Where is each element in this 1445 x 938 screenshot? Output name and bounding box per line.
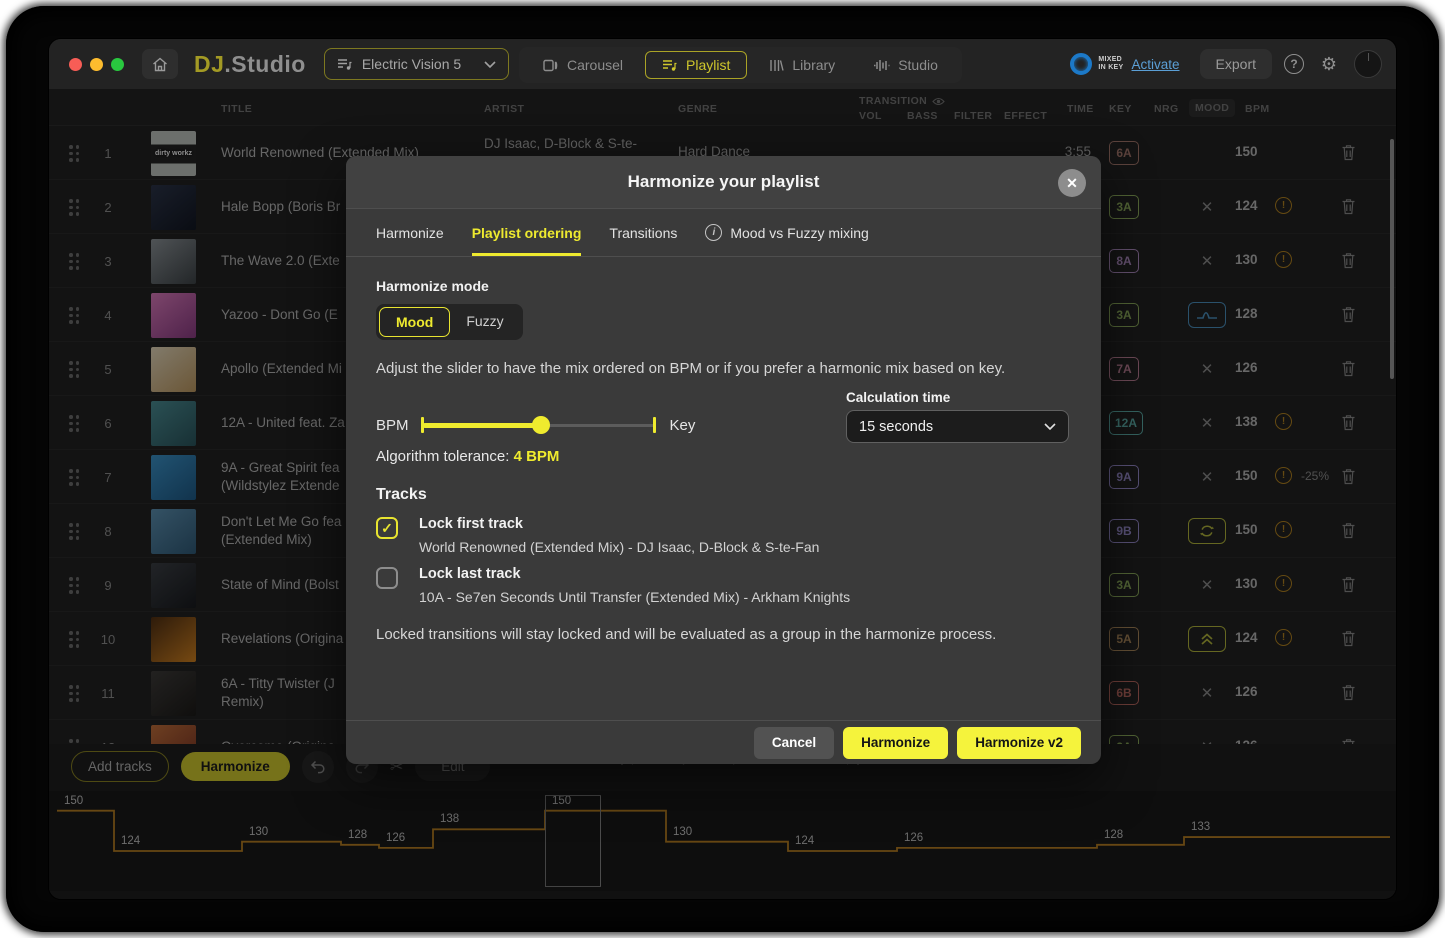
activate-link[interactable]: Activate	[1132, 57, 1180, 72]
tolerance-value: 4 BPM	[514, 448, 560, 465]
lock-first-track-row: ✓ Lock first track World Renowned (Exten…	[376, 516, 819, 555]
tab-label: Mood vs Fuzzy mixing	[730, 225, 868, 241]
tab-label: Transitions	[609, 225, 677, 241]
mixed-in-key-logo-icon	[1070, 53, 1092, 75]
modal-tab-harmonize[interactable]: Harmonize	[376, 209, 444, 256]
mixed-in-key-badge: MIXEDIN KEY Activate	[1070, 53, 1179, 75]
modal-title: Harmonize your playlist	[628, 172, 820, 192]
carousel-icon	[543, 59, 559, 72]
algorithm-tolerance: Algorithm tolerance: 4 BPM	[376, 448, 559, 465]
view-tabs: Carousel Playlist Library Studio	[519, 47, 962, 83]
lock-last-track-row: Lock last track 10A - Se7en Seconds Unti…	[376, 566, 850, 605]
chevron-down-icon	[484, 61, 496, 68]
modal-footer: Cancel Harmonize Harmonize v2	[346, 720, 1101, 764]
playlist-selector-value: Electric Vision 5	[362, 56, 461, 72]
tab-label: Harmonize	[376, 225, 444, 241]
tab-label: Library	[792, 57, 835, 73]
tab-label: Playlist ordering	[472, 225, 582, 241]
slider-hint-text: Adjust the slider to have the mix ordere…	[376, 360, 1005, 377]
tab-playlist[interactable]: Playlist	[645, 51, 747, 79]
export-button[interactable]: Export	[1200, 49, 1272, 79]
mode-mood-button[interactable]: Mood	[379, 307, 450, 337]
modal-tabs: Harmonize Playlist ordering Transitions …	[346, 209, 1101, 257]
tolerance-label: Algorithm tolerance:	[376, 448, 514, 465]
mik-line1: MIXED	[1098, 56, 1123, 64]
calculation-time-value: 15 seconds	[859, 419, 933, 435]
chevron-down-icon	[1044, 423, 1056, 430]
lock-first-track-checkbox[interactable]: ✓	[376, 517, 398, 539]
top-bar: DJ.Studio Electric Vision 5 Carousel Pla…	[49, 39, 1396, 89]
tab-library[interactable]: Library	[753, 51, 851, 79]
logo-studio: .Studio	[224, 51, 305, 77]
lock-last-track-checkbox[interactable]	[376, 567, 398, 589]
calculation-time-select[interactable]: 15 seconds	[846, 410, 1069, 443]
mode-fuzzy-button[interactable]: Fuzzy	[450, 307, 519, 337]
cancel-button[interactable]: Cancel	[754, 727, 834, 759]
traffic-lights	[69, 58, 124, 71]
home-button[interactable]	[142, 49, 178, 79]
slider-handle[interactable]	[532, 416, 550, 434]
info-icon: i	[705, 224, 722, 241]
mik-line2: IN KEY	[1098, 64, 1123, 72]
harmonize-button[interactable]: Harmonize	[843, 727, 948, 759]
modal-tab-playlist-ordering[interactable]: Playlist ordering	[472, 209, 582, 256]
close-modal-button[interactable]: ✕	[1058, 169, 1086, 197]
tab-label: Playlist	[686, 57, 730, 73]
tab-carousel[interactable]: Carousel	[527, 51, 639, 79]
slider-key-label: Key	[670, 417, 696, 434]
slider-fill	[423, 423, 541, 428]
studio-waveform-icon	[873, 59, 890, 72]
harmonize-mode-toggle: Mood Fuzzy	[376, 304, 523, 340]
lock-last-track-desc: 10A - Se7en Seconds Until Transfer (Exte…	[419, 589, 850, 605]
settings-gear-button[interactable]: ⚙	[1316, 54, 1342, 75]
lock-last-track-label: Lock last track	[419, 566, 850, 582]
tab-label: Studio	[898, 57, 938, 73]
modal-header: Harmonize your playlist ✕	[346, 156, 1101, 209]
harmonize-modal: Harmonize your playlist ✕ Harmonize Play…	[346, 156, 1101, 764]
playlist-selector[interactable]: Electric Vision 5	[324, 48, 509, 80]
home-icon	[152, 57, 168, 72]
close-window-button[interactable]	[69, 58, 82, 71]
top-bar-right: MIXEDIN KEY Activate Export ? ⚙	[1070, 39, 1382, 89]
logo-dj: DJ	[194, 51, 224, 77]
zoom-window-button[interactable]	[111, 58, 124, 71]
modal-tab-transitions[interactable]: Transitions	[609, 209, 677, 256]
slider-bpm-label: BPM	[376, 417, 409, 434]
app-logo: DJ.Studio	[194, 51, 306, 78]
calculation-time-label: Calculation time	[846, 390, 950, 405]
modal-tab-mood-vs-fuzzy[interactable]: i Mood vs Fuzzy mixing	[705, 209, 868, 256]
minimize-window-button[interactable]	[90, 58, 103, 71]
locked-transitions-note: Locked transitions will stay locked and …	[376, 626, 996, 643]
playlist-icon	[337, 58, 353, 71]
bpm-key-slider[interactable]	[421, 410, 656, 440]
app-window: DJ.Studio Electric Vision 5 Carousel Pla…	[48, 38, 1397, 900]
slider-rest-track	[541, 424, 653, 427]
library-icon	[769, 59, 784, 72]
tracks-section-label: Tracks	[376, 486, 427, 504]
slider-end-tick	[653, 417, 656, 433]
lock-first-track-desc: World Renowned (Extended Mix) - DJ Isaac…	[419, 539, 819, 555]
account-avatar[interactable]	[1354, 50, 1382, 78]
harmonize-v2-button[interactable]: Harmonize v2	[957, 727, 1081, 759]
harmonize-mode-label: Harmonize mode	[376, 278, 489, 294]
tab-label: Carousel	[567, 57, 623, 73]
playlist-icon	[662, 59, 678, 72]
help-button[interactable]: ?	[1284, 54, 1304, 74]
bpm-key-slider-row: BPM Key	[376, 410, 695, 440]
lock-first-track-label: Lock first track	[419, 516, 819, 532]
tab-studio[interactable]: Studio	[857, 51, 954, 79]
